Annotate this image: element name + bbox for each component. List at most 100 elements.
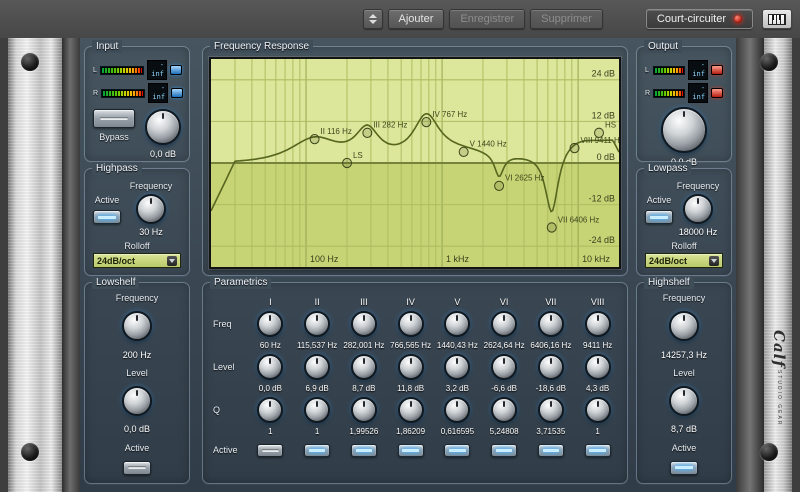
band-q-knob[interactable] bbox=[257, 397, 283, 423]
midi-keyboard-button[interactable] bbox=[762, 9, 792, 29]
screw-icon bbox=[21, 53, 39, 71]
highpass-active-button[interactable] bbox=[93, 210, 121, 224]
highpass-frequency-label: Frequency bbox=[130, 181, 173, 191]
parametric-bands: I60 Hz0,0 dB1II115,537 Hz6,9 dB1III282,0… bbox=[247, 295, 621, 479]
svg-text:100 Hz: 100 Hz bbox=[310, 254, 339, 264]
band-freq-knob[interactable] bbox=[398, 311, 424, 337]
band-level-knob[interactable] bbox=[304, 354, 330, 380]
parametric-band-VII: VII6406,16 Hz-18,6 dB3,71535 bbox=[528, 295, 575, 479]
highshelf-level-value: 8,7 dB bbox=[671, 424, 697, 434]
svg-text:-24 dB: -24 dB bbox=[589, 235, 615, 245]
channel-led-button[interactable] bbox=[171, 88, 183, 98]
frequency-response-plot[interactable]: II 116 HzIII 282 HzIV 767 HzV 1440 HzVI … bbox=[209, 57, 621, 269]
band-numeral: III bbox=[360, 297, 368, 307]
meter-value: -inf bbox=[688, 60, 708, 80]
rack: Calf studio gear Input L -inf R -inf By bbox=[8, 38, 792, 492]
band-level-knob[interactable] bbox=[585, 354, 611, 380]
highshelf-active-button[interactable] bbox=[670, 461, 698, 475]
band-freq-knob[interactable] bbox=[585, 311, 611, 337]
meter-value: -inf bbox=[688, 83, 708, 103]
band-freq-knob[interactable] bbox=[257, 311, 283, 337]
input-section: Input L -inf R -inf Bypass 0 bbox=[84, 46, 190, 162]
band-freq-knob[interactable] bbox=[304, 311, 330, 337]
highpass-rolloff-select[interactable]: 24dB/oct bbox=[93, 253, 181, 268]
band-numeral: VI bbox=[500, 297, 509, 307]
channel-label: L bbox=[645, 67, 650, 74]
band-q-knob[interactable] bbox=[351, 397, 377, 423]
highpass-frequency-value: 30 Hz bbox=[139, 227, 163, 237]
band-active-button[interactable] bbox=[585, 444, 611, 457]
band-freq-value: 2624,64 Hz bbox=[484, 341, 525, 350]
band-level-knob[interactable] bbox=[538, 354, 564, 380]
channel-label: R bbox=[93, 90, 98, 97]
band-active-button[interactable] bbox=[444, 444, 470, 457]
band-level-knob[interactable] bbox=[491, 354, 517, 380]
lowshelf-section-title: Lowshelf bbox=[92, 276, 139, 289]
output-gain-knob[interactable] bbox=[661, 107, 707, 153]
svg-text:III 282 Hz: III 282 Hz bbox=[373, 121, 407, 130]
output-meter-row-right: R -inf bbox=[645, 83, 723, 103]
channel-label: R bbox=[645, 90, 650, 97]
preset-spinner-button[interactable] bbox=[363, 9, 383, 29]
band-active-button[interactable] bbox=[304, 444, 330, 457]
dropdown-icon bbox=[167, 256, 177, 266]
band-active-button[interactable] bbox=[257, 444, 283, 457]
band-active-button[interactable] bbox=[538, 444, 564, 457]
svg-text:HS: HS bbox=[605, 121, 617, 130]
parametric-band-VIII: VIII9411 Hz4,3 dB1 bbox=[574, 295, 621, 479]
channel-led-button[interactable] bbox=[711, 88, 723, 98]
band-q-knob[interactable] bbox=[585, 397, 611, 423]
band-level-knob[interactable] bbox=[257, 354, 283, 380]
input-gain-knob[interactable] bbox=[145, 109, 181, 145]
delete-preset-button[interactable]: Supprimer bbox=[530, 9, 603, 29]
rack-bevel-right bbox=[736, 38, 764, 492]
band-q-knob[interactable] bbox=[398, 397, 424, 423]
band-q-knob[interactable] bbox=[304, 397, 330, 423]
lowpass-rolloff-select[interactable]: 24dB/oct bbox=[645, 253, 723, 268]
meter-value: -inf bbox=[147, 60, 167, 80]
calf-logo: Calf studio gear bbox=[766, 330, 792, 460]
eq-curve-graph[interactable]: II 116 HzIII 282 HzIV 767 HzV 1440 HzVI … bbox=[211, 59, 619, 267]
band-numeral: V bbox=[454, 297, 460, 307]
svg-text:24 dB: 24 dB bbox=[592, 69, 615, 79]
input-bypass-label: Bypass bbox=[99, 132, 129, 142]
lowshelf-level-label: Level bbox=[126, 368, 148, 378]
band-freq-knob[interactable] bbox=[351, 311, 377, 337]
add-preset-button[interactable]: Ajouter bbox=[388, 9, 445, 29]
output-section-title: Output bbox=[644, 40, 682, 53]
calf-logo-subtitle: studio gear bbox=[776, 370, 782, 426]
band-freq-knob[interactable] bbox=[538, 311, 564, 337]
band-level-knob[interactable] bbox=[444, 354, 470, 380]
input-bypass-button[interactable] bbox=[93, 109, 135, 128]
lowpass-active-button[interactable] bbox=[645, 210, 673, 224]
screw-icon bbox=[760, 53, 778, 71]
bypass-button-label: Court-circuiter bbox=[657, 13, 726, 25]
highshelf-level-knob[interactable] bbox=[669, 386, 699, 416]
band-freq-knob[interactable] bbox=[444, 311, 470, 337]
lowshelf-frequency-knob[interactable] bbox=[122, 311, 152, 341]
lowpass-frequency-knob[interactable] bbox=[683, 194, 713, 224]
band-q-knob[interactable] bbox=[491, 397, 517, 423]
lowpass-section: Lowpass Active Frequency 18000 Hz Rollof… bbox=[636, 168, 732, 276]
highpass-active-label: Active bbox=[95, 195, 120, 205]
band-active-button[interactable] bbox=[398, 444, 424, 457]
band-q-knob[interactable] bbox=[538, 397, 564, 423]
lowshelf-active-button[interactable] bbox=[123, 461, 151, 475]
band-level-knob[interactable] bbox=[398, 354, 424, 380]
band-freq-knob[interactable] bbox=[491, 311, 517, 337]
band-level-knob[interactable] bbox=[351, 354, 377, 380]
channel-label: L bbox=[93, 67, 97, 74]
highshelf-active-label: Active bbox=[672, 443, 697, 453]
highpass-frequency-knob[interactable] bbox=[136, 194, 166, 224]
band-q-knob[interactable] bbox=[444, 397, 470, 423]
band-numeral: IV bbox=[406, 297, 415, 307]
bypass-toggle-button[interactable]: Court-circuiter bbox=[646, 9, 753, 29]
band-q-value: 1 bbox=[268, 427, 272, 436]
lowshelf-level-knob[interactable] bbox=[122, 386, 152, 416]
channel-led-button[interactable] bbox=[711, 65, 723, 75]
channel-led-button[interactable] bbox=[170, 65, 182, 75]
highshelf-frequency-knob[interactable] bbox=[669, 311, 699, 341]
save-preset-button[interactable]: Enregistrer bbox=[449, 9, 525, 29]
band-active-button[interactable] bbox=[491, 444, 517, 457]
band-active-button[interactable] bbox=[351, 444, 377, 457]
